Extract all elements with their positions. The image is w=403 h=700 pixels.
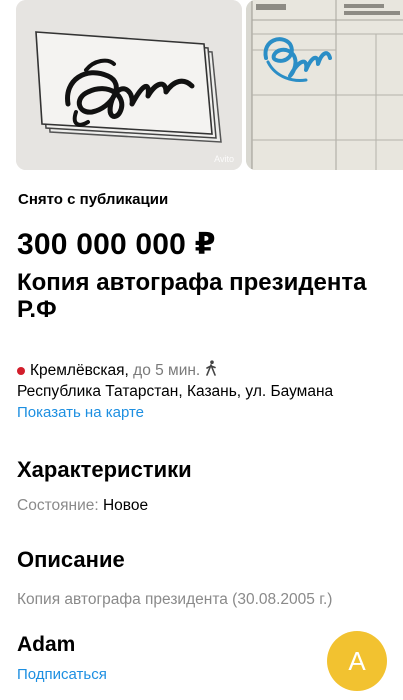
seller-avatar[interactable]: A xyxy=(327,631,387,691)
metro-info: Кремлёвская, до 5 мин. xyxy=(17,360,218,381)
photo-gallery[interactable]: Avito xyxy=(0,0,403,172)
description-text: Копия автографа президента (30.08.2005 г… xyxy=(17,591,333,608)
metro-walk-time: до 5 мин. xyxy=(133,361,201,379)
metro-station: Кремлёвская, xyxy=(30,361,129,379)
autograph-photo-document[interactable] xyxy=(246,0,403,170)
condition-value: Новое xyxy=(102,497,149,514)
autograph-photo-card[interactable]: Avito xyxy=(16,0,242,170)
seller-name[interactable]: Adam xyxy=(17,633,75,657)
address-text: Республика Татарстан, Казань, ул. Бауман… xyxy=(17,383,334,400)
listing-price: 300 000 000 ₽ xyxy=(17,228,216,261)
listing-title: Копия автографа президента Р.Ф xyxy=(17,269,367,323)
condition-label: Состояние: xyxy=(17,497,99,514)
characteristics-heading: Характеристики xyxy=(17,457,192,482)
description-heading: Описание xyxy=(17,547,125,572)
subscribe-link[interactable]: Подписаться xyxy=(17,666,107,683)
metro-line-dot xyxy=(17,366,25,375)
listing-status: Снято с публикации xyxy=(18,191,169,208)
walking-person-icon xyxy=(204,360,218,381)
avito-watermark: Avito xyxy=(214,154,234,164)
autograph-document-image xyxy=(246,0,403,170)
show-on-map-link[interactable]: Показать на карте xyxy=(17,404,144,421)
condition-row: Состояние: Новое xyxy=(17,497,148,515)
autograph-card-image xyxy=(16,0,242,170)
